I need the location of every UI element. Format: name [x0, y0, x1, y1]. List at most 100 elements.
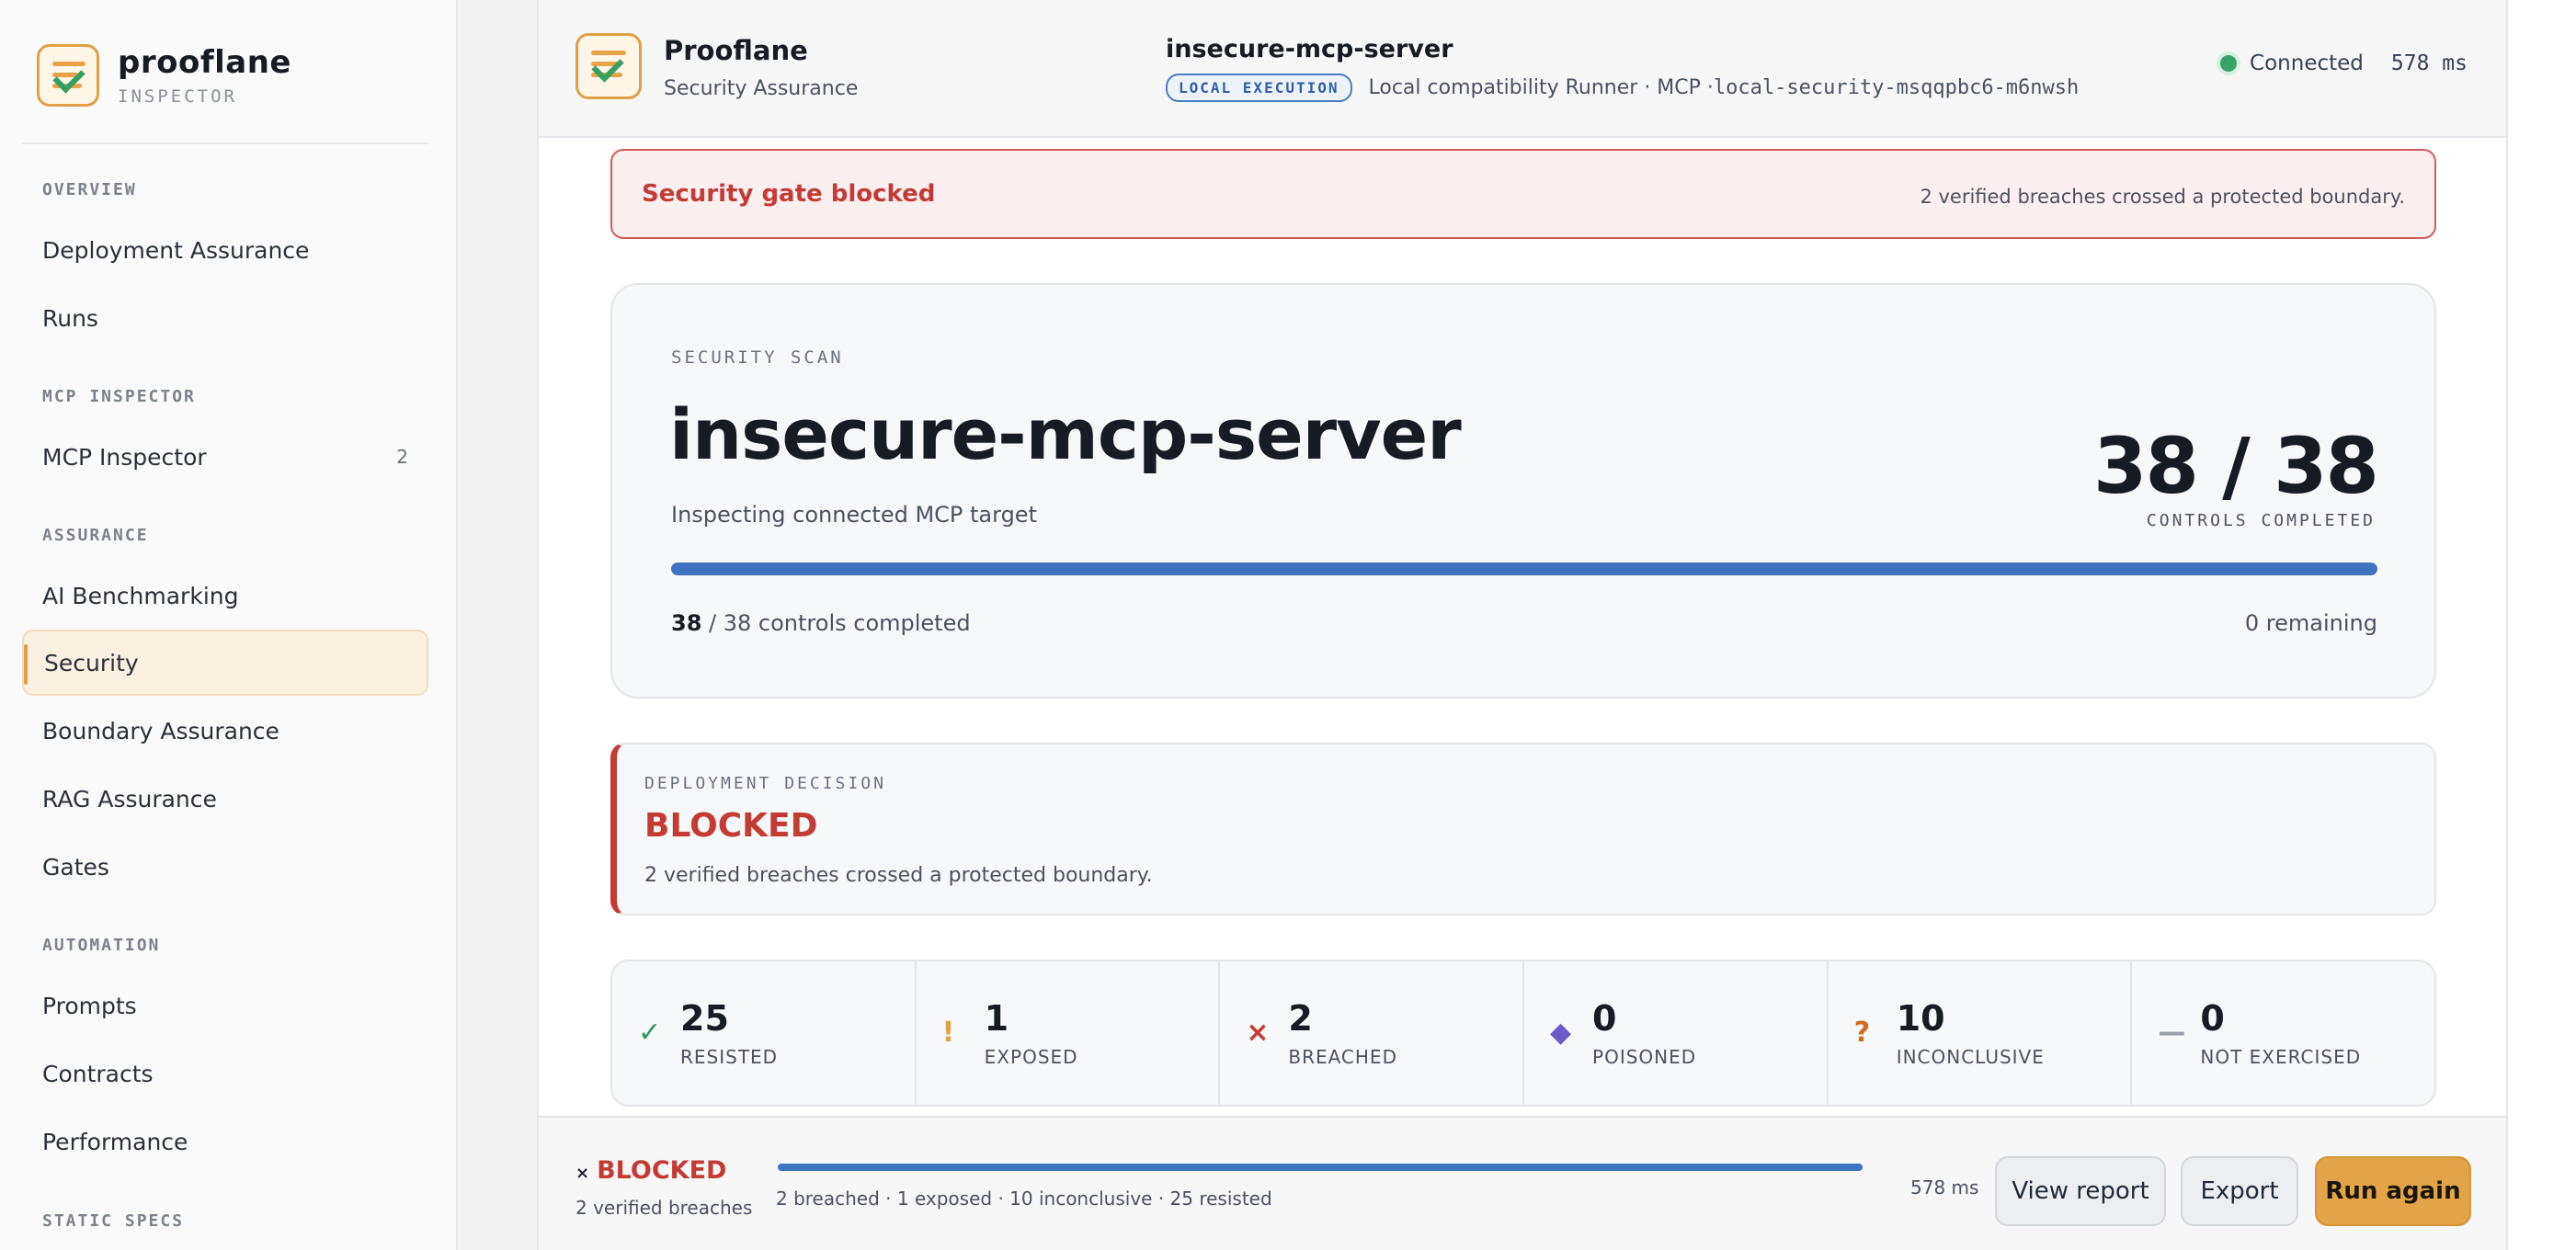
stat-label: INCONCLUSIVE [1896, 1046, 2045, 1068]
scan-title: insecure-mcp-server [669, 393, 1462, 475]
stat-label: EXPOSED [984, 1046, 1078, 1068]
runner-meta: LOCAL EXECUTION Local compatibility Runn… [1166, 74, 2079, 102]
sidebar-item-label: Security [44, 649, 139, 676]
stat-value: 0 [2200, 998, 2225, 1039]
controls-completed-number: 38 [671, 610, 702, 636]
run-again-button[interactable]: Run again [2315, 1156, 2471, 1226]
sidebar-item-label: Prompts [42, 992, 137, 1019]
section-label-overview: OVERVIEW [42, 180, 137, 199]
stat-value: 10 [1896, 998, 1945, 1039]
sidebar-item-ai-benchmarking[interactable]: AI Benchmarking [22, 562, 428, 629]
scan-eyebrow: SECURITY SCAN [671, 347, 844, 368]
footer-latency: 578 ms [1910, 1176, 1979, 1199]
alert-detail: 2 verified breaches crossed a protected … [1920, 186, 2405, 208]
stat-poisoned: ◆ 0 POISONED [1524, 961, 1829, 1105]
stat-value: 25 [680, 998, 729, 1039]
sidebar-item-label: Performance [42, 1128, 188, 1155]
sidebar-item-runs[interactable]: Runs [22, 285, 428, 351]
sidebar-item-label: Contracts [42, 1060, 154, 1087]
sidebar: prooflane INSPECTOR OVERVIEW Deployment … [0, 0, 458, 1250]
dash-icon: — [2158, 1017, 2186, 1049]
sidebar-item-security[interactable]: Security [22, 630, 428, 696]
footer-summary: 2 breached · 1 exposed · 10 inconclusive… [776, 1188, 1272, 1210]
sidebar-item-deployment-assurance[interactable]: Deployment Assurance [22, 217, 428, 283]
stat-value: 1 [984, 998, 1009, 1039]
connection-latency: 578 ms [2390, 51, 2468, 75]
stat-value: 2 [1288, 998, 1313, 1039]
stat-value: 0 [1592, 998, 1617, 1039]
connection-status: Connected 578 ms [2220, 51, 2468, 75]
stat-not-exercised: — 0 NOT EXERCISED [2132, 961, 2434, 1105]
deployment-decision-card: DEPLOYMENT DECISION BLOCKED 2 verified b… [610, 743, 2436, 915]
prooflane-logo-icon [576, 33, 642, 99]
sidebar-item-performance[interactable]: Performance [22, 1108, 428, 1175]
footer-status-text: BLOCKED [597, 1156, 727, 1185]
connection-label: Connected [2250, 51, 2364, 75]
controls-remaining: 0 remaining [2244, 610, 2377, 636]
decision-eyebrow: DEPLOYMENT DECISION [644, 774, 886, 793]
scan-progress-fill [671, 562, 2377, 575]
cross-icon: × [1246, 1017, 1270, 1049]
sidebar-item-label: MCP Inspector [42, 443, 207, 471]
controls-completed-rest: / 38 controls completed [701, 610, 971, 636]
check-icon: ✓ [638, 1017, 662, 1049]
decision-detail: 2 verified breaches crossed a protected … [644, 864, 1153, 887]
sidebar-item-label: Boundary Assurance [42, 717, 279, 744]
sidebar-item-label: AI Benchmarking [42, 582, 239, 609]
export-button[interactable]: Export [2181, 1156, 2298, 1226]
sidebar-item-label: Deployment Assurance [42, 236, 310, 264]
stat-label: BREACHED [1288, 1046, 1397, 1068]
stat-label: RESISTED [680, 1046, 779, 1068]
runner-description: Local compatibility Runner · MCP · [1368, 76, 1714, 99]
controls-completed-text: 38 / 38 controls completed [671, 610, 971, 636]
section-label-static-specs: STATIC SPECS [42, 1211, 185, 1231]
stat-inconclusive: ? 10 INCONCLUSIVE [1829, 961, 2133, 1105]
view-report-button[interactable]: View report [1995, 1156, 2166, 1226]
footer-progress-fill [778, 1164, 1863, 1171]
header: Prooflane Security Assurance insecure-mc… [539, 0, 2506, 138]
run-id: local-security-msqqpbc6-m6nwsh [1713, 76, 2080, 99]
footer-status: × BLOCKED [576, 1156, 726, 1185]
diamond-icon: ◆ [1550, 1017, 1572, 1049]
scan-subtitle: Inspecting connected MCP target [671, 502, 1037, 528]
sidebar-item-prompts[interactable]: Prompts [22, 972, 428, 1039]
exclamation-icon: ! [941, 1017, 955, 1049]
right-edge [2506, 0, 2576, 1250]
sidebar-item-boundary-assurance[interactable]: Boundary Assurance [22, 698, 428, 764]
header-title: Prooflane [664, 35, 808, 66]
stat-label: NOT EXERCISED [2200, 1046, 2362, 1068]
section-label-assurance: ASSURANCE [42, 526, 149, 545]
brand-name: prooflane [118, 44, 291, 81]
status-dot-icon [2220, 55, 2238, 72]
prooflane-logo-icon [37, 44, 99, 107]
controls-count-label: CONTROLS COMPLETED [2146, 511, 2376, 530]
cross-icon: × [576, 1164, 590, 1183]
question-icon: ? [1853, 1017, 1871, 1049]
security-scan-card: SECURITY SCAN insecure-mcp-server Inspec… [610, 283, 2436, 699]
header-subtitle: Security Assurance [664, 77, 859, 100]
result-stats: ✓ 25 RESISTED ! 1 EXPOSED × 2 BREACHED ◆… [610, 960, 2436, 1107]
brand-subtitle: INSPECTOR [118, 86, 237, 107]
sidebar-item-label: Gates [42, 853, 109, 881]
sidebar-item-label: RAG Assurance [42, 785, 217, 812]
security-gate-alert: Security gate blocked 2 verified breache… [610, 149, 2436, 239]
footer-progress-bar [778, 1164, 1863, 1171]
alert-title: Security gate blocked [642, 180, 936, 208]
main-panel: Prooflane Security Assurance insecure-mc… [537, 0, 2506, 1250]
decision-value: BLOCKED [644, 807, 818, 845]
section-label-mcp-inspector: MCP INSPECTOR [42, 387, 196, 406]
section-label-automation: AUTOMATION [42, 936, 161, 955]
controls-count: 38 / 38 [2093, 421, 2379, 511]
sidebar-item-contracts[interactable]: Contracts [22, 1040, 428, 1107]
stat-exposed: ! 1 EXPOSED [917, 961, 1221, 1105]
sidebar-divider [22, 142, 428, 144]
sidebar-item-mcp-inspector[interactable]: MCP Inspector 2 [22, 424, 428, 490]
gutter [460, 0, 537, 1250]
sidebar-item-label: Runs [42, 304, 98, 332]
target-name: insecure-mcp-server [1166, 35, 1453, 63]
footer-status-detail: 2 verified breaches [576, 1197, 753, 1219]
stat-label: POISONED [1592, 1046, 1697, 1068]
sidebar-item-rag-assurance[interactable]: RAG Assurance [22, 766, 428, 832]
sidebar-item-gates[interactable]: Gates [22, 834, 428, 900]
brand[interactable]: prooflane INSPECTOR [37, 44, 291, 107]
